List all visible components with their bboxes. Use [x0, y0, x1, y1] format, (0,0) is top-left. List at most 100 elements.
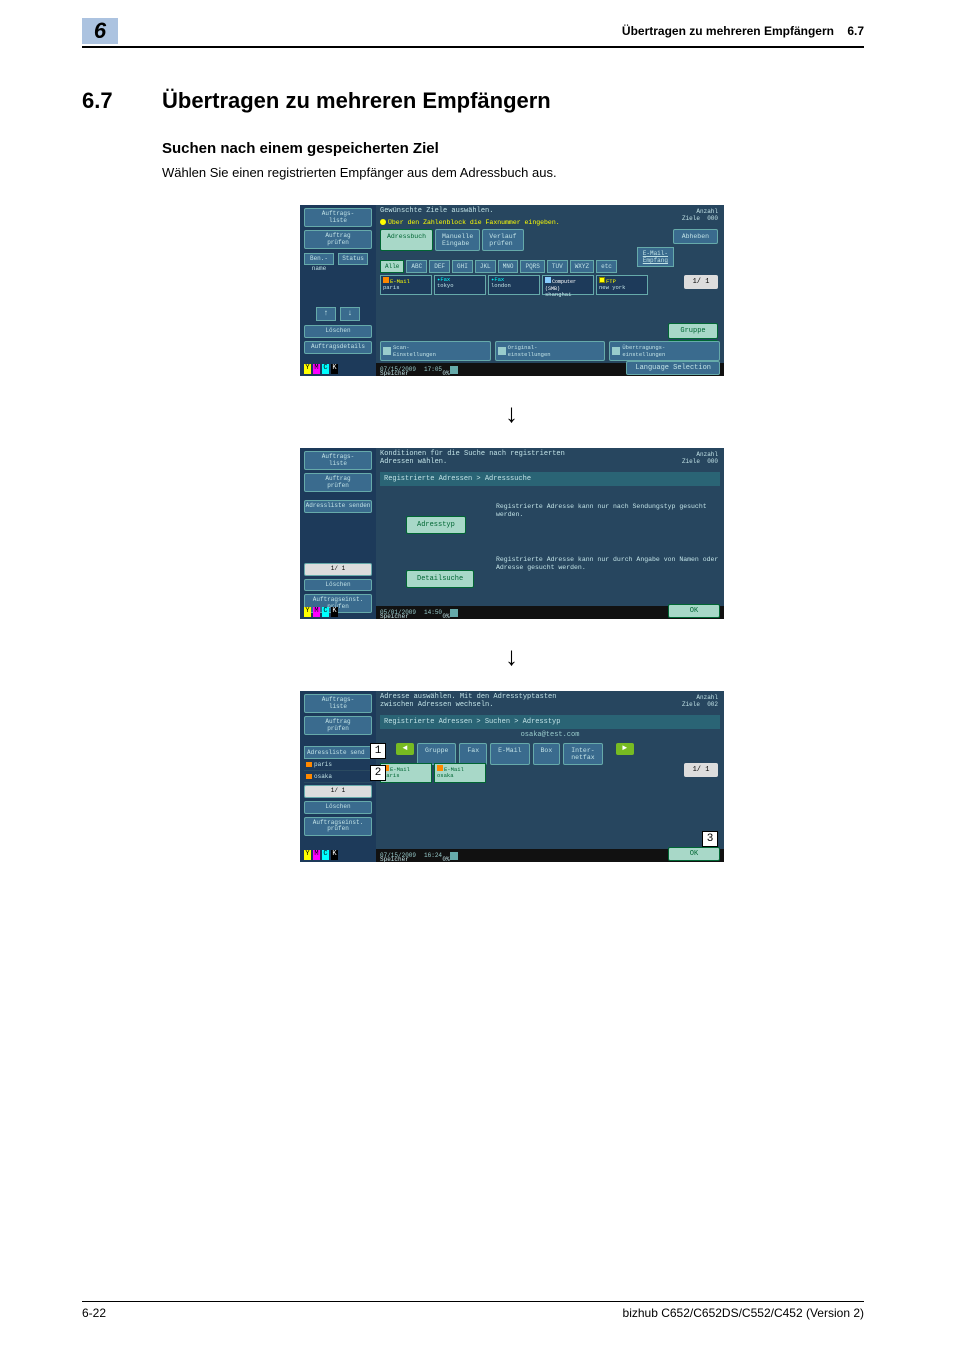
section-title: Übertragen zu mehreren Empfängern	[162, 88, 551, 114]
pager-left: 1/ 1	[304, 785, 372, 798]
btn-gruppe[interactable]: Gruppe	[668, 323, 718, 339]
btn-auftragseinst[interactable]: Auftragseinst. prüfen	[304, 817, 372, 836]
alpha-wxyz[interactable]: WXYZ	[570, 260, 594, 273]
arrow-left-icon[interactable]: ◄	[396, 743, 414, 755]
btn-abheben[interactable]: Abheben	[673, 229, 718, 244]
type-gruppe[interactable]: Gruppe	[417, 743, 456, 765]
page-number: 6-22	[82, 1306, 106, 1320]
domain-display: osaka@test.com	[380, 729, 720, 741]
list-item-paris[interactable]: paris	[304, 759, 372, 771]
instruction-text: Adresse auswählen. Mit den Adresstyptast…	[380, 693, 654, 710]
btn-language[interactable]: Language Selection	[626, 361, 720, 375]
btn-detailsuche[interactable]: Detailsuche	[406, 570, 474, 588]
footer-model: bizhub C652/C652DS/C552/C452 (Version 2)	[623, 1306, 864, 1320]
arrow-right-icon[interactable]: ►	[616, 743, 634, 755]
dest-tokyo[interactable]: ✦Faxtokyo	[434, 275, 486, 295]
alpha-abc[interactable]: ABC	[406, 260, 427, 273]
btn-auftrag-pruefen[interactable]: Auftrag prüfen	[304, 473, 372, 492]
dest-count: Anzahl Ziele 002	[682, 694, 718, 708]
email-icon	[306, 762, 312, 767]
ftp-icon	[599, 277, 605, 283]
email-icon	[306, 774, 312, 779]
callout-3: 3	[702, 831, 718, 847]
breadcrumb: Registrierte Adressen > Adresssuche	[380, 472, 720, 486]
subsection-title: Suchen nach einem gespeicherten Ziel	[162, 140, 439, 157]
alpha-jkl[interactable]: JKL	[475, 260, 496, 273]
instruction-text: Konditionen für die Suche nach registrie…	[380, 450, 654, 467]
pager: 1/ 1	[684, 275, 718, 289]
running-title: Übertragen zu mehreren Empfängern	[622, 24, 834, 38]
dest-count: Anzahl Ziele 000	[682, 208, 718, 222]
btn-auftragsliste[interactable]: Auftrags- liste	[304, 451, 372, 470]
alpha-pqrs[interactable]: PQRS	[520, 260, 544, 273]
btn-auftragsliste[interactable]: Auftrags- liste	[304, 694, 372, 713]
btn-auftrag-pruefen[interactable]: Auftrag prüfen	[304, 716, 372, 735]
footer-rule	[82, 1301, 864, 1302]
alpha-etc[interactable]: etc	[596, 260, 617, 273]
btn-adresstyp[interactable]: Adresstyp	[406, 516, 466, 534]
ymck-icon: YMCK	[304, 607, 340, 617]
type-email[interactable]: E-Mail	[490, 743, 529, 765]
ymck-icon: YMCK	[304, 364, 340, 374]
col-benname: Ben.- name	[304, 253, 334, 265]
btn-ok[interactable]: OK	[668, 847, 720, 861]
dest-paris[interactable]: E-Mailparis	[380, 275, 432, 295]
btn-auftrag-pruefen[interactable]: Auftrag prüfen	[304, 230, 372, 249]
tab-manuelle-eingabe[interactable]: Manuelle Eingabe	[435, 229, 480, 251]
alpha-tuv[interactable]: TUV	[547, 260, 568, 273]
info-text-1: Registrierte Adresse kann nur nach Sendu…	[496, 503, 724, 520]
arrow-up[interactable]: ↑	[316, 307, 336, 321]
screenshot-1: Auftrags- liste Auftrag prüfen Ben.- nam…	[300, 205, 724, 376]
running-num: 6.7	[847, 24, 864, 38]
dest-shanghai[interactable]: Computer (SMB)shanghai	[542, 275, 594, 295]
dest-london[interactable]: ✦Faxlondon	[488, 275, 540, 295]
hint-line: Über den Zahlenblock die Faxnummer einge…	[380, 219, 560, 226]
btn-email-empfang[interactable]: E-Mail- Empfang	[637, 247, 674, 267]
btn-loeschen[interactable]: Löschen	[304, 325, 372, 338]
original-icon	[498, 347, 506, 355]
btn-auftragsliste[interactable]: Auftrags- liste	[304, 208, 372, 227]
chapter-badge: 6	[82, 18, 118, 44]
ymck-icon: YMCK	[304, 850, 340, 860]
type-internetfax[interactable]: Inter- netfax	[563, 743, 602, 765]
status-mem: Speicher 0%	[380, 856, 450, 863]
breadcrumb: Registrierte Adressen > Suchen > Adresst…	[380, 715, 720, 729]
scan-icon	[383, 347, 391, 355]
dest-osaka[interactable]: E-Mailosaka	[434, 763, 486, 783]
dest-count: Anzahl Ziele 000	[682, 451, 718, 465]
btn-loeschen[interactable]: Löschen	[304, 801, 372, 814]
tab-verlauf[interactable]: Verlauf prüfen	[482, 229, 523, 251]
btn-original-einst[interactable]: Original- einstellungen	[495, 341, 606, 361]
instruction-text: Gewünschte Ziele auswählen.	[380, 207, 654, 215]
transfer-icon	[612, 347, 620, 355]
dest-paris[interactable]: E-Mailparis	[380, 763, 432, 783]
btn-uebertr-einst[interactable]: Übertragungs- einstellungen	[609, 341, 720, 361]
email-icon	[437, 765, 443, 771]
email-icon	[383, 277, 389, 283]
memory-icon	[450, 609, 458, 617]
dest-newyork[interactable]: FTPnew york	[596, 275, 648, 295]
btn-scan-einst[interactable]: Scan- Einstellungen	[380, 341, 491, 361]
btn-auftragsdetails[interactable]: Auftragsdetails	[304, 341, 372, 354]
section-number: 6.7	[82, 88, 113, 114]
alpha-alle[interactable]: Alle	[380, 260, 404, 273]
pager: 1/ 1	[684, 763, 718, 777]
type-box[interactable]: Box	[533, 743, 561, 765]
tab-adressbuch[interactable]: Adressbuch	[380, 229, 433, 251]
status-mem: Speicher 0%	[380, 370, 450, 377]
memory-icon	[450, 366, 458, 374]
btn-ok[interactable]: OK	[668, 604, 720, 618]
alpha-mno[interactable]: MNO	[498, 260, 519, 273]
info-text-2: Registrierte Adresse kann nur durch Anga…	[496, 556, 724, 573]
col-status: Status	[338, 253, 368, 265]
btn-loeschen[interactable]: Löschen	[304, 579, 372, 592]
alpha-def[interactable]: DEF	[429, 260, 450, 273]
bulb-icon	[380, 219, 386, 225]
callout-2: 2	[370, 765, 386, 781]
arrow-down[interactable]: ↓	[340, 307, 360, 321]
list-item-osaka[interactable]: osaka	[304, 771, 372, 783]
alpha-ghi[interactable]: GHI	[452, 260, 473, 273]
type-fax[interactable]: Fax	[459, 743, 487, 765]
btn-adressliste-senden[interactable]: Adressliste senden	[304, 500, 372, 513]
arrow-down-icon: ↓	[505, 398, 518, 429]
